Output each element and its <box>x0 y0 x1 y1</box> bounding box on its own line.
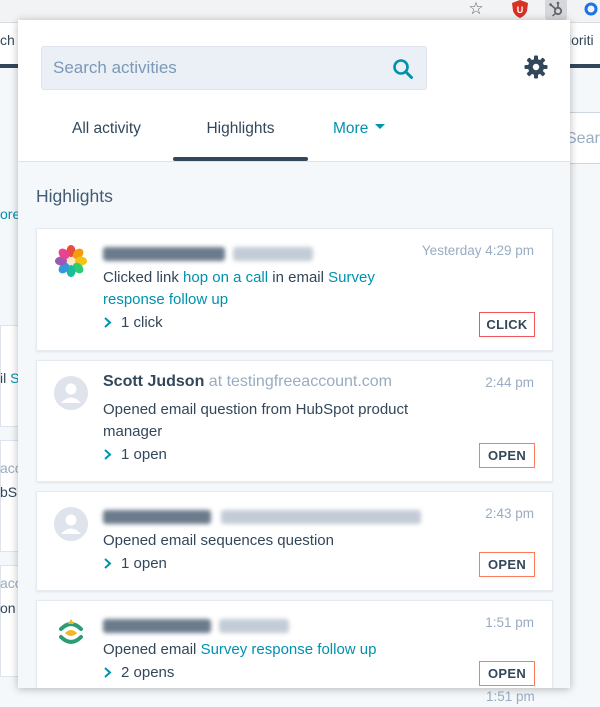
redacted-contact-name <box>103 247 225 261</box>
redacted-contact-email <box>221 510 421 524</box>
activity-card[interactable]: Scott Judson at testingfreeaccount.com 2… <box>36 360 553 482</box>
background-text-fragment: on <box>0 600 16 616</box>
background-text-fragment: bS <box>0 484 18 500</box>
search-input[interactable] <box>42 47 382 89</box>
open-badge: OPEN <box>479 661 535 686</box>
tab-more[interactable]: More <box>333 120 403 150</box>
redacted-contact-name <box>103 619 211 633</box>
svg-text:U: U <box>517 5 524 15</box>
chevron-right-icon <box>104 558 112 569</box>
contact-domain: at testingfreeaccount.com <box>208 373 393 390</box>
caret-down-icon <box>375 124 386 130</box>
activity-popup: All activity Highlights More Highlights … <box>18 20 570 688</box>
contact-line: Scott Judson at testingfreeaccount.com <box>103 373 392 395</box>
activity-card[interactable]: 2:43 pm Opened email sequences question … <box>36 491 553 591</box>
redacted-contact-company <box>219 619 289 633</box>
contact-name[interactable]: Scott Judson <box>103 373 204 390</box>
tab-all-activity[interactable]: All activity <box>60 120 184 150</box>
activity-description: Opened email Survey response follow up <box>103 641 377 658</box>
background-text-fragment: il S <box>0 370 20 386</box>
bookmark-star-icon[interactable]: ☆ <box>466 0 486 18</box>
activity-description: Opened email sequences question <box>103 532 334 549</box>
click-badge: CLICK <box>479 312 535 337</box>
background-search-text: Sear <box>566 130 600 147</box>
activity-count[interactable]: 2 opens <box>103 664 174 681</box>
activity-time: 2:44 pm <box>485 375 534 390</box>
activity-description: Opened email question from HubSpot produ… <box>103 401 409 440</box>
extension-shield-icon[interactable]: U <box>510 0 530 18</box>
active-tab-indicator <box>173 157 308 161</box>
redacted-contact-company <box>233 247 313 261</box>
email-name-link[interactable]: Survey response follow up <box>201 641 377 658</box>
search-box <box>41 46 427 90</box>
activity-time: Yesterday 4:29 pm <box>421 243 534 258</box>
chevron-right-icon <box>104 317 112 328</box>
tab-more-label: More <box>333 120 369 137</box>
background-time: 1:51 pm <box>486 689 535 704</box>
activity-description: Clicked link hop on a call in email Surv… <box>103 269 375 308</box>
company-logo-icon <box>59 619 83 644</box>
background-nav-text-right: ioriti <box>568 32 594 48</box>
activity-count[interactable]: 1 click <box>103 314 163 331</box>
activity-time: 1:51 pm <box>485 615 534 630</box>
popup-header: All activity Highlights More <box>18 20 570 162</box>
chevron-right-icon <box>104 449 112 460</box>
activity-count[interactable]: 1 open <box>103 446 167 463</box>
section-title: Highlights <box>36 186 113 206</box>
open-badge: OPEN <box>479 443 535 468</box>
open-badge: OPEN <box>479 552 535 577</box>
extension-ring-icon[interactable] <box>582 0 600 18</box>
tab-highlights[interactable]: Highlights <box>173 120 308 150</box>
activity-time: 2:43 pm <box>485 506 534 521</box>
activity-count[interactable]: 1 open <box>103 555 167 572</box>
avatar-icon <box>54 507 88 541</box>
background-nav-text-left: ch <box>0 32 15 48</box>
search-icon[interactable] <box>392 58 414 80</box>
link-name[interactable]: hop on a call <box>183 269 268 286</box>
activity-card[interactable]: 1:51 pm Opened email Survey response fol… <box>36 600 553 688</box>
hubspot-extension-icon[interactable] <box>545 0 567 20</box>
company-logo-icon <box>55 245 87 277</box>
redacted-contact-name <box>103 510 211 524</box>
gear-icon[interactable] <box>524 55 548 79</box>
avatar-icon <box>54 376 88 410</box>
chevron-right-icon <box>104 667 112 678</box>
activity-card[interactable]: Yesterday 4:29 pm Clicked link hop on a … <box>36 228 553 351</box>
